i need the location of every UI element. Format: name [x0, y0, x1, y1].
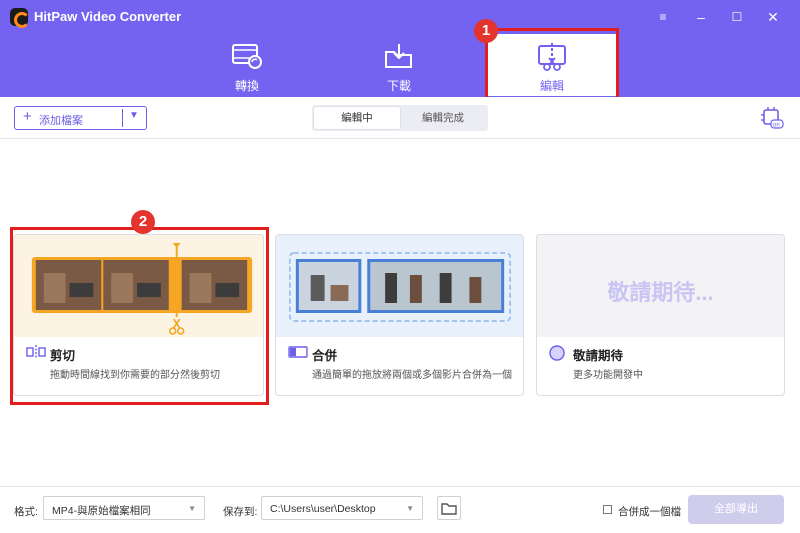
menu-icon[interactable]: ≡	[652, 6, 674, 28]
app-title: HitPaw Video Converter	[34, 9, 182, 24]
save-path-value: C:\Users\user\Desktop	[270, 503, 376, 515]
format-value: MP4-與原始檔案相同	[52, 505, 151, 517]
merge-card[interactable]: 合併 通過簡單的拖放將兩個或多個影片合併為一個	[275, 234, 524, 396]
export-all-button[interactable]: 全部導出	[688, 495, 784, 524]
add-files-button[interactable]: + 添加檔案 ▼	[14, 106, 147, 130]
callout-number-1: 1	[474, 19, 498, 43]
merge-icon	[288, 346, 308, 358]
app-logo-icon	[10, 8, 30, 28]
chevron-down-icon[interactable]: ▼	[129, 110, 139, 121]
coming-soon-preview: 敬請期待...	[537, 235, 784, 337]
tab-convert[interactable]: 轉換	[182, 34, 312, 96]
plus-icon: +	[23, 108, 32, 125]
save-path-select[interactable]: C:\Users\user\Desktop ▼	[261, 496, 423, 520]
segment-editing[interactable]: 編輯中	[314, 107, 400, 129]
edit-status-toggle: 編輯中 編輯完成	[312, 105, 488, 131]
format-select[interactable]: MP4-與原始檔案相同 ▼	[43, 496, 205, 520]
hardware-acceleration-icon[interactable]: on	[760, 106, 784, 130]
folder-icon	[441, 503, 457, 515]
callout-box-cut-card	[10, 227, 269, 405]
merge-card-description: 通過簡單的拖放將兩個或多個影片合併為一個	[312, 370, 512, 381]
merge-into-one-label: 合併成一個檔	[618, 506, 681, 518]
app-header: HitPaw Video Converter ≡ – ☐ ✕ 轉換 下載 編輯	[0, 0, 800, 97]
coming-soon-title: 敬請期待	[573, 349, 624, 363]
chevron-down-icon: ▼	[406, 504, 414, 513]
save-to-label: 保存到:	[223, 506, 258, 518]
coming-soon-description: 更多功能開發中	[573, 370, 643, 381]
coming-soon-card[interactable]: 敬請期待... 敬請期待 更多功能開發中	[536, 234, 785, 396]
download-folder-icon	[385, 44, 412, 68]
convert-film-icon	[232, 44, 262, 69]
add-files-divider	[122, 109, 123, 127]
tab-convert-label: 轉換	[234, 79, 259, 93]
callout-box-edit-tab	[485, 28, 619, 105]
coming-soon-icon	[549, 345, 565, 361]
tab-download[interactable]: 下載	[334, 34, 464, 96]
merge-card-title: 合併	[312, 349, 338, 363]
maximize-button[interactable]: ☐	[726, 6, 748, 28]
title-bar: HitPaw Video Converter ≡ – ☐ ✕	[0, 0, 800, 34]
close-button[interactable]: ✕	[762, 6, 784, 28]
tab-download-label: 下載	[386, 79, 411, 93]
minimize-button[interactable]: –	[690, 6, 712, 28]
chevron-down-icon: ▼	[188, 504, 196, 513]
merge-into-one-checkbox[interactable]	[603, 505, 612, 514]
footer-bar: 格式: MP4-與原始檔案相同 ▼ 保存到: C:\Users\user\Des…	[0, 486, 800, 533]
open-folder-button[interactable]	[437, 496, 461, 520]
add-files-label: 添加檔案	[39, 115, 83, 127]
merge-preview-illustration	[276, 235, 523, 337]
svg-text:on: on	[773, 123, 780, 129]
coming-soon-banner: 敬請期待...	[607, 280, 714, 305]
segment-done[interactable]: 編輯完成	[400, 107, 486, 129]
format-label: 格式:	[14, 506, 38, 518]
callout-number-2: 2	[131, 210, 155, 234]
